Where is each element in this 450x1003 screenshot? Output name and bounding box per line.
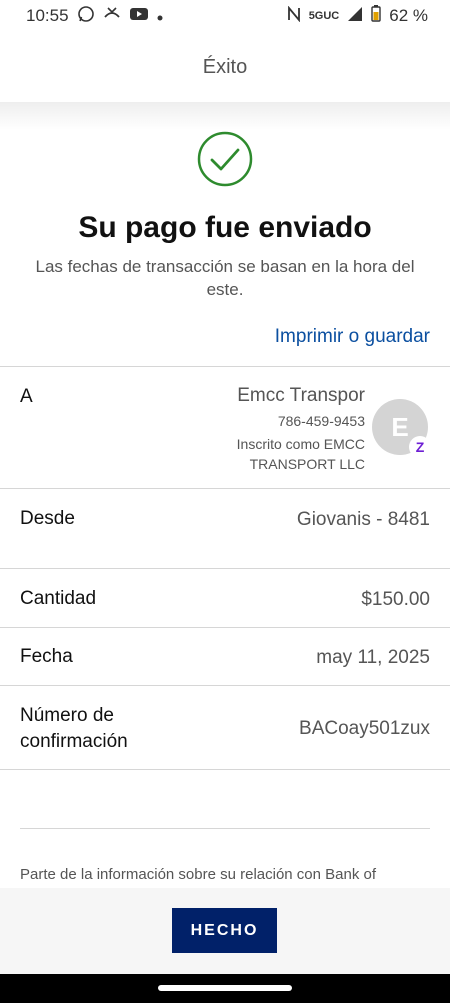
recipient-enrolled-as: Inscrito como EMCC TRANSPORT LLC [236, 436, 365, 472]
recipient-phone: 786-459-9453 [277, 413, 365, 429]
divider [0, 568, 450, 569]
battery-level: 62 % [389, 6, 428, 25]
success-headline: Su pago fue enviado [78, 211, 372, 244]
date-label: Fecha [20, 646, 73, 667]
nfc-icon [287, 5, 301, 27]
amount-label: Cantidad [20, 588, 97, 609]
zelle-badge-icon: Z [409, 436, 431, 458]
whatsapp-icon [77, 5, 95, 28]
divider [20, 828, 430, 829]
battery-icon [371, 5, 381, 27]
divider [0, 488, 450, 489]
app-bar: Éxito [0, 32, 450, 102]
confirmation-number: BACoay501zux [299, 718, 430, 739]
print-or-save-link[interactable]: Imprimir o guardar [275, 326, 430, 348]
success-check-icon [197, 131, 253, 187]
notification-dot-icon [157, 6, 163, 26]
app-bar-shadow [0, 102, 450, 130]
divider [0, 366, 450, 367]
to-label: A [20, 386, 33, 407]
footnote-text: Parte de la información sobre su relació… [20, 866, 377, 883]
svg-text:Z: Z [416, 439, 425, 455]
from-label: Desde [20, 508, 75, 529]
youtube-icon [129, 6, 149, 27]
divider [0, 685, 450, 686]
divider [0, 627, 450, 628]
recipient-name: Emcc Transpor [237, 385, 365, 406]
confirmation-label: Número de confirmación [20, 705, 128, 752]
from-account-value: Giovanis - 8481 [296, 509, 430, 530]
signal-icon [347, 6, 363, 27]
done-button[interactable]: HECHO [172, 908, 277, 953]
date-value: may 11, 2025 [316, 647, 430, 668]
status-bar: 10:55 5GUC 62 % [0, 0, 450, 32]
divider [0, 769, 450, 770]
status-time: 10:55 [26, 6, 69, 25]
avatar-initial: E [391, 411, 409, 442]
page-title: Éxito [202, 55, 248, 78]
network-type: 5GUC [308, 10, 340, 22]
amount-value: $150.00 [361, 589, 430, 610]
missed-call-icon [103, 5, 121, 28]
success-subtext: Las fechas de transacción se basan en la… [35, 257, 415, 299]
home-gesture-handle[interactable] [158, 985, 292, 991]
